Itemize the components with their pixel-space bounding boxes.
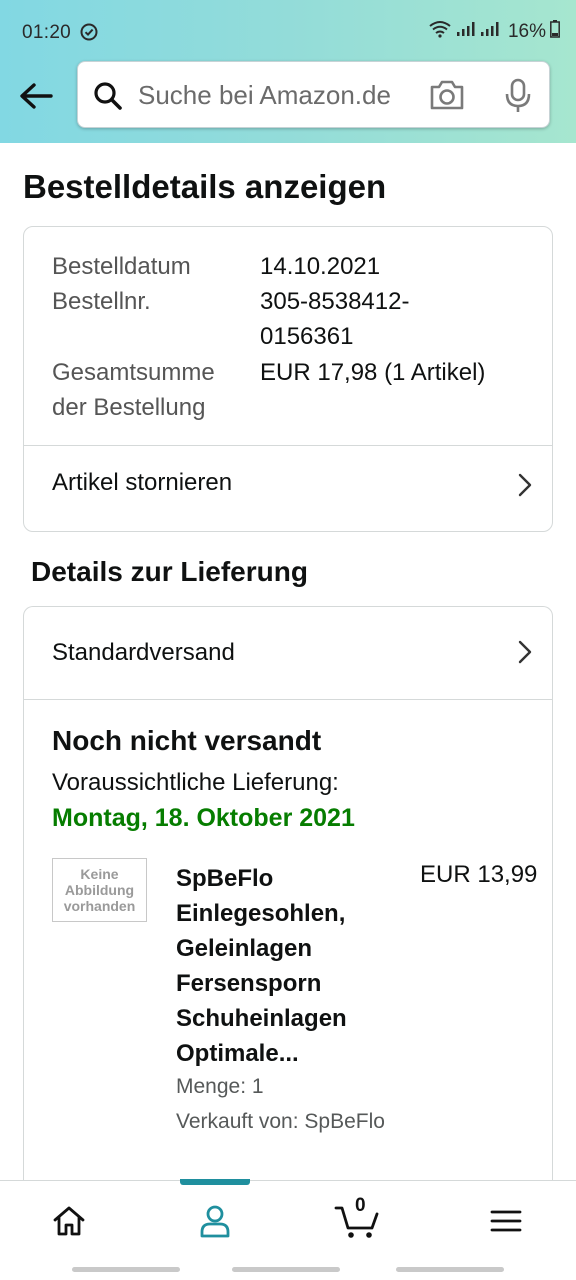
active-tab-indicator: [180, 1179, 250, 1185]
search-bar[interactable]: Suche bei Amazon.de: [77, 61, 550, 128]
check-icon: [80, 23, 98, 47]
battery-icon: [550, 20, 560, 44]
nav-menu[interactable]: [476, 1199, 536, 1243]
product-image-placeholder[interactable]: Keine Abbildung vorhanden: [52, 858, 147, 922]
order-total-label-1: Gesamtsumme: [52, 359, 215, 386]
expected-delivery-label: Voraussichtliche Lieferung:: [52, 769, 339, 796]
bottom-navigation: 0: [0, 1179, 576, 1280]
page-title: Bestelldetails anzeigen: [23, 168, 387, 205]
product-price: EUR 13,99: [420, 861, 538, 888]
delivery-card: Standardversand Noch nicht versandt Vora…: [23, 606, 553, 1206]
shipment-status: Noch nicht versandt: [52, 725, 322, 756]
order-date-value: 14.10.2021: [260, 253, 381, 280]
signal-icon-2: [480, 21, 500, 43]
thumb-text-2: Abbildung: [64, 882, 135, 898]
product-title-line: Einlegesohlen,: [176, 900, 346, 927]
cancel-items-label: Artikel stornieren: [52, 469, 233, 496]
order-total-label-2: der Bestellung: [52, 394, 206, 421]
divider: [24, 699, 552, 700]
arrow-left-icon: [20, 83, 53, 109]
wifi-icon: [428, 20, 452, 44]
product-title-line: Geleinlagen: [176, 935, 313, 962]
microphone-icon[interactable]: [503, 78, 533, 119]
camera-icon[interactable]: [428, 79, 466, 116]
order-number-value-1: 305-8538412-: [260, 288, 410, 315]
chevron-right-icon: [518, 640, 532, 669]
thumb-text-1: Keine: [80, 866, 119, 882]
back-button[interactable]: [16, 76, 56, 116]
chevron-right-icon: [518, 473, 532, 502]
gesture-bar: [232, 1267, 340, 1272]
gesture-bar: [396, 1267, 504, 1272]
home-icon: [53, 1206, 85, 1236]
battery-percent: 16%: [507, 21, 546, 42]
search-icon: [92, 80, 124, 117]
search-input[interactable]: Suche bei Amazon.de: [138, 80, 391, 111]
cancel-items-link[interactable]: Artikel stornieren: [24, 446, 552, 526]
order-summary-card: Bestelldatum 14.10.2021 Bestellnr. 305-8…: [23, 226, 553, 532]
status-bar: 01:20 16%: [0, 0, 576, 64]
gesture-bar: [72, 1267, 180, 1272]
order-number-value-2: 0156361: [260, 323, 354, 350]
product-title-link[interactable]: SpBeFlo Einlegesohlen, Geleinlagen Ferse…: [176, 861, 391, 1071]
nav-cart[interactable]: 0: [328, 1195, 388, 1243]
product-title-line: Schuheinlagen: [176, 1005, 347, 1032]
cart-count: 0: [355, 1195, 366, 1216]
order-number-label: Bestellnr.: [52, 288, 151, 315]
product-title-line: Fersensporn: [176, 970, 322, 997]
shipping-method-label: Standardversand: [52, 639, 235, 666]
nav-home[interactable]: [39, 1199, 99, 1243]
hamburger-menu-icon: [490, 1210, 522, 1232]
product-title-line: SpBeFlo: [176, 865, 274, 892]
shipping-method-link[interactable]: Standardversand: [24, 607, 552, 699]
thumb-text-3: vorhanden: [63, 898, 136, 914]
nav-account[interactable]: [185, 1199, 245, 1243]
order-total-value: EUR 17,98 (1 Artikel): [260, 359, 486, 386]
delivery-section-title: Details zur Lieferung: [31, 556, 308, 587]
app-header: 01:20 16% Suche bei Amazon.de: [0, 0, 576, 143]
product-title-line: Optimale...: [176, 1040, 299, 1067]
order-date-label: Bestelldatum: [52, 253, 191, 280]
user-icon: [200, 1205, 230, 1238]
status-time: 01:20: [22, 22, 72, 43]
expected-delivery-date: Montag, 18. Oktober 2021: [52, 804, 355, 832]
signal-icon: [456, 21, 476, 43]
product-seller: Verkauft von: SpBeFlo: [176, 1110, 385, 1133]
product-quantity: Menge: 1: [176, 1075, 264, 1098]
